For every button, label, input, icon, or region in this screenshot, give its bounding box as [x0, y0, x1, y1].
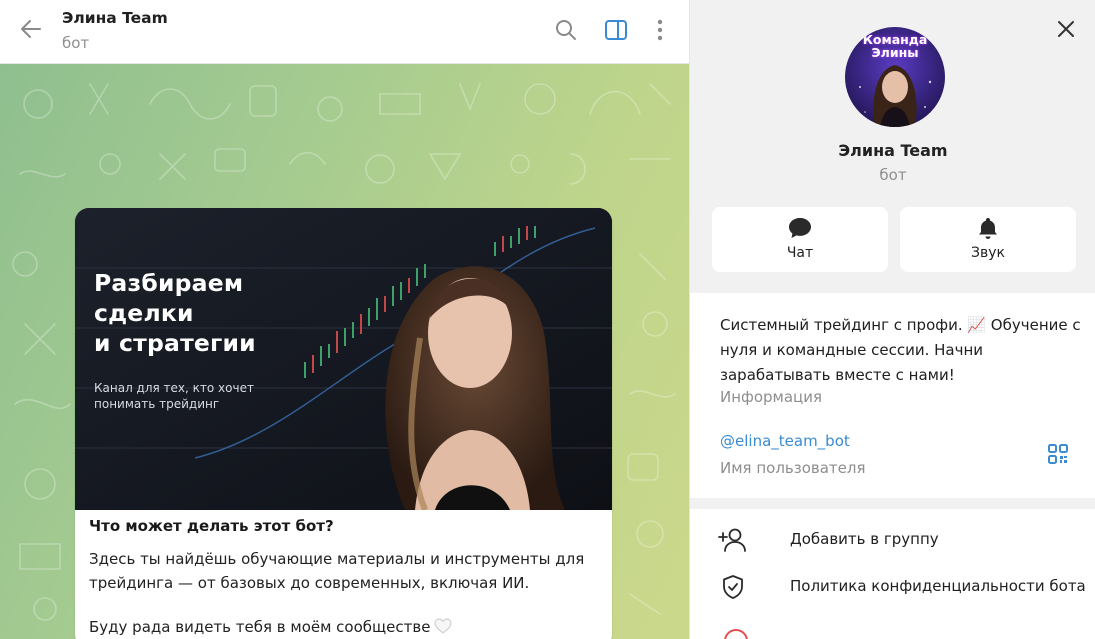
bot-description-message: Разбираем сделки и стратегии Канал для т… [75, 208, 612, 639]
username-link[interactable]: @elina_team_bot [720, 432, 850, 450]
block-bot-icon [724, 629, 748, 639]
chat-title[interactable]: Элина Team [62, 9, 168, 27]
sidebar-panel-icon [604, 19, 628, 45]
bot-info-card: Системный трейдинг с профи. 📈 Обучение с… [690, 293, 1095, 498]
message-title: Что может делать этот бот? [89, 517, 334, 535]
sound-button[interactable]: Звук [900, 207, 1076, 272]
chat-subtitle: бот [62, 34, 90, 52]
more-vertical-icon [656, 19, 664, 45]
more-button[interactable] [644, 16, 676, 48]
media-headline: Разбираем сделки и стратегии [94, 269, 256, 357]
message-paragraph-closing: Буду рада видеть тебя в моём сообществе [89, 615, 599, 639]
shield-check-icon [718, 572, 748, 602]
white-heart-icon [434, 617, 452, 634]
chat-button-label: Чат [786, 245, 814, 261]
chat-area: Элина Team бот Разбираем сделки и страте… [0, 0, 689, 639]
bot-actions-menu: Добавить в группу Политика конфиденциаль… [690, 509, 1095, 639]
sound-button-label: Звук [971, 245, 1005, 261]
trading-chart-illustration [75, 208, 612, 510]
bot-info-panel: Команда Элины Элина Team бот Чат Звук Си… [689, 0, 1095, 639]
search-button[interactable] [550, 16, 582, 48]
back-button[interactable] [14, 16, 48, 46]
privacy-policy-label: Политика конфиденциальности бота [790, 577, 1086, 595]
bell-icon [900, 216, 1076, 240]
about-text[interactable]: Системный трейдинг с профи. 📈 Обучение с… [720, 313, 1085, 388]
about-label: Информация [720, 388, 823, 406]
qr-code-icon [1047, 443, 1069, 469]
profile-subtitle: бот [879, 166, 907, 184]
avatar-text: Команда Элины [862, 32, 928, 60]
media-subtitle: Канал для тех, кто хочет понимать трейди… [94, 381, 254, 411]
add-user-icon [718, 525, 748, 555]
arrow-left-icon [20, 19, 42, 43]
privacy-policy-item[interactable]: Политика конфиденциальности бота [690, 564, 1095, 610]
username-label: Имя пользователя [720, 459, 866, 477]
close-panel-button[interactable] [1051, 16, 1081, 46]
profile-name: Элина Team [838, 141, 948, 160]
message-text: Что может делать этот бот? Здесь ты найд… [89, 517, 599, 639]
message-media-image[interactable]: Разбираем сделки и стратегии Канал для т… [75, 208, 612, 510]
chat-button[interactable]: Чат [712, 207, 888, 272]
close-icon [1057, 20, 1075, 42]
qr-code-button[interactable] [1044, 442, 1072, 470]
avatar[interactable]: Команда Элины [845, 27, 945, 127]
closing-text: Буду рада видеть тебя в моём сообществе [89, 618, 431, 636]
chat-background: Разбираем сделки и стратегии Канал для т… [0, 64, 689, 639]
chat-header: Элина Team бот [0, 0, 689, 64]
add-to-group-label: Добавить в группу [790, 530, 939, 548]
add-to-group-item[interactable]: Добавить в группу [690, 517, 1095, 563]
search-icon [555, 19, 577, 45]
message-paragraph: Здесь ты найдёшь обучающие материалы и и… [89, 550, 585, 592]
sidebar-toggle-button[interactable] [600, 16, 632, 48]
chat-bubble-icon [712, 216, 888, 240]
